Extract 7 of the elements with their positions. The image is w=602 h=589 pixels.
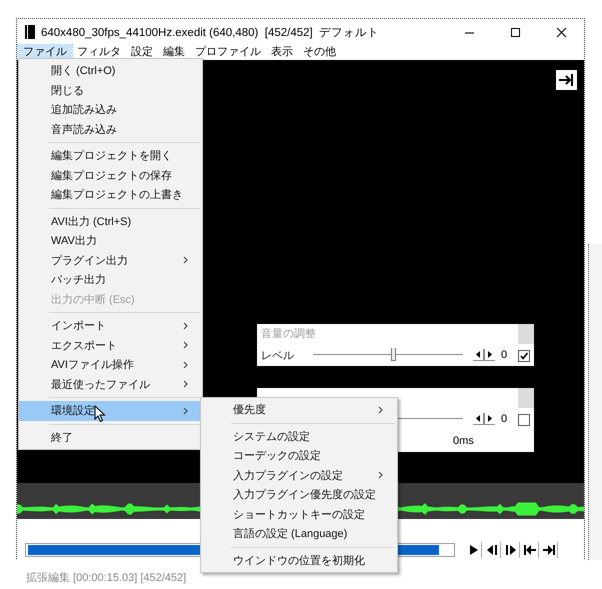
- panel-title: 音量の調整: [260, 326, 317, 342]
- delay-value: 0ms: [453, 434, 474, 449]
- window-title: 640x480_30fps_44100Hz.exedit (640,480) [452/452] デフォルト: [41, 26, 380, 40]
- slider-label: レベル: [261, 348, 295, 362]
- slider-value: 0: [501, 413, 508, 425]
- slider-value: 0: [501, 349, 508, 361]
- status-text: 拡張編集 [00:00:15.03] [452/452]: [26, 571, 186, 585]
